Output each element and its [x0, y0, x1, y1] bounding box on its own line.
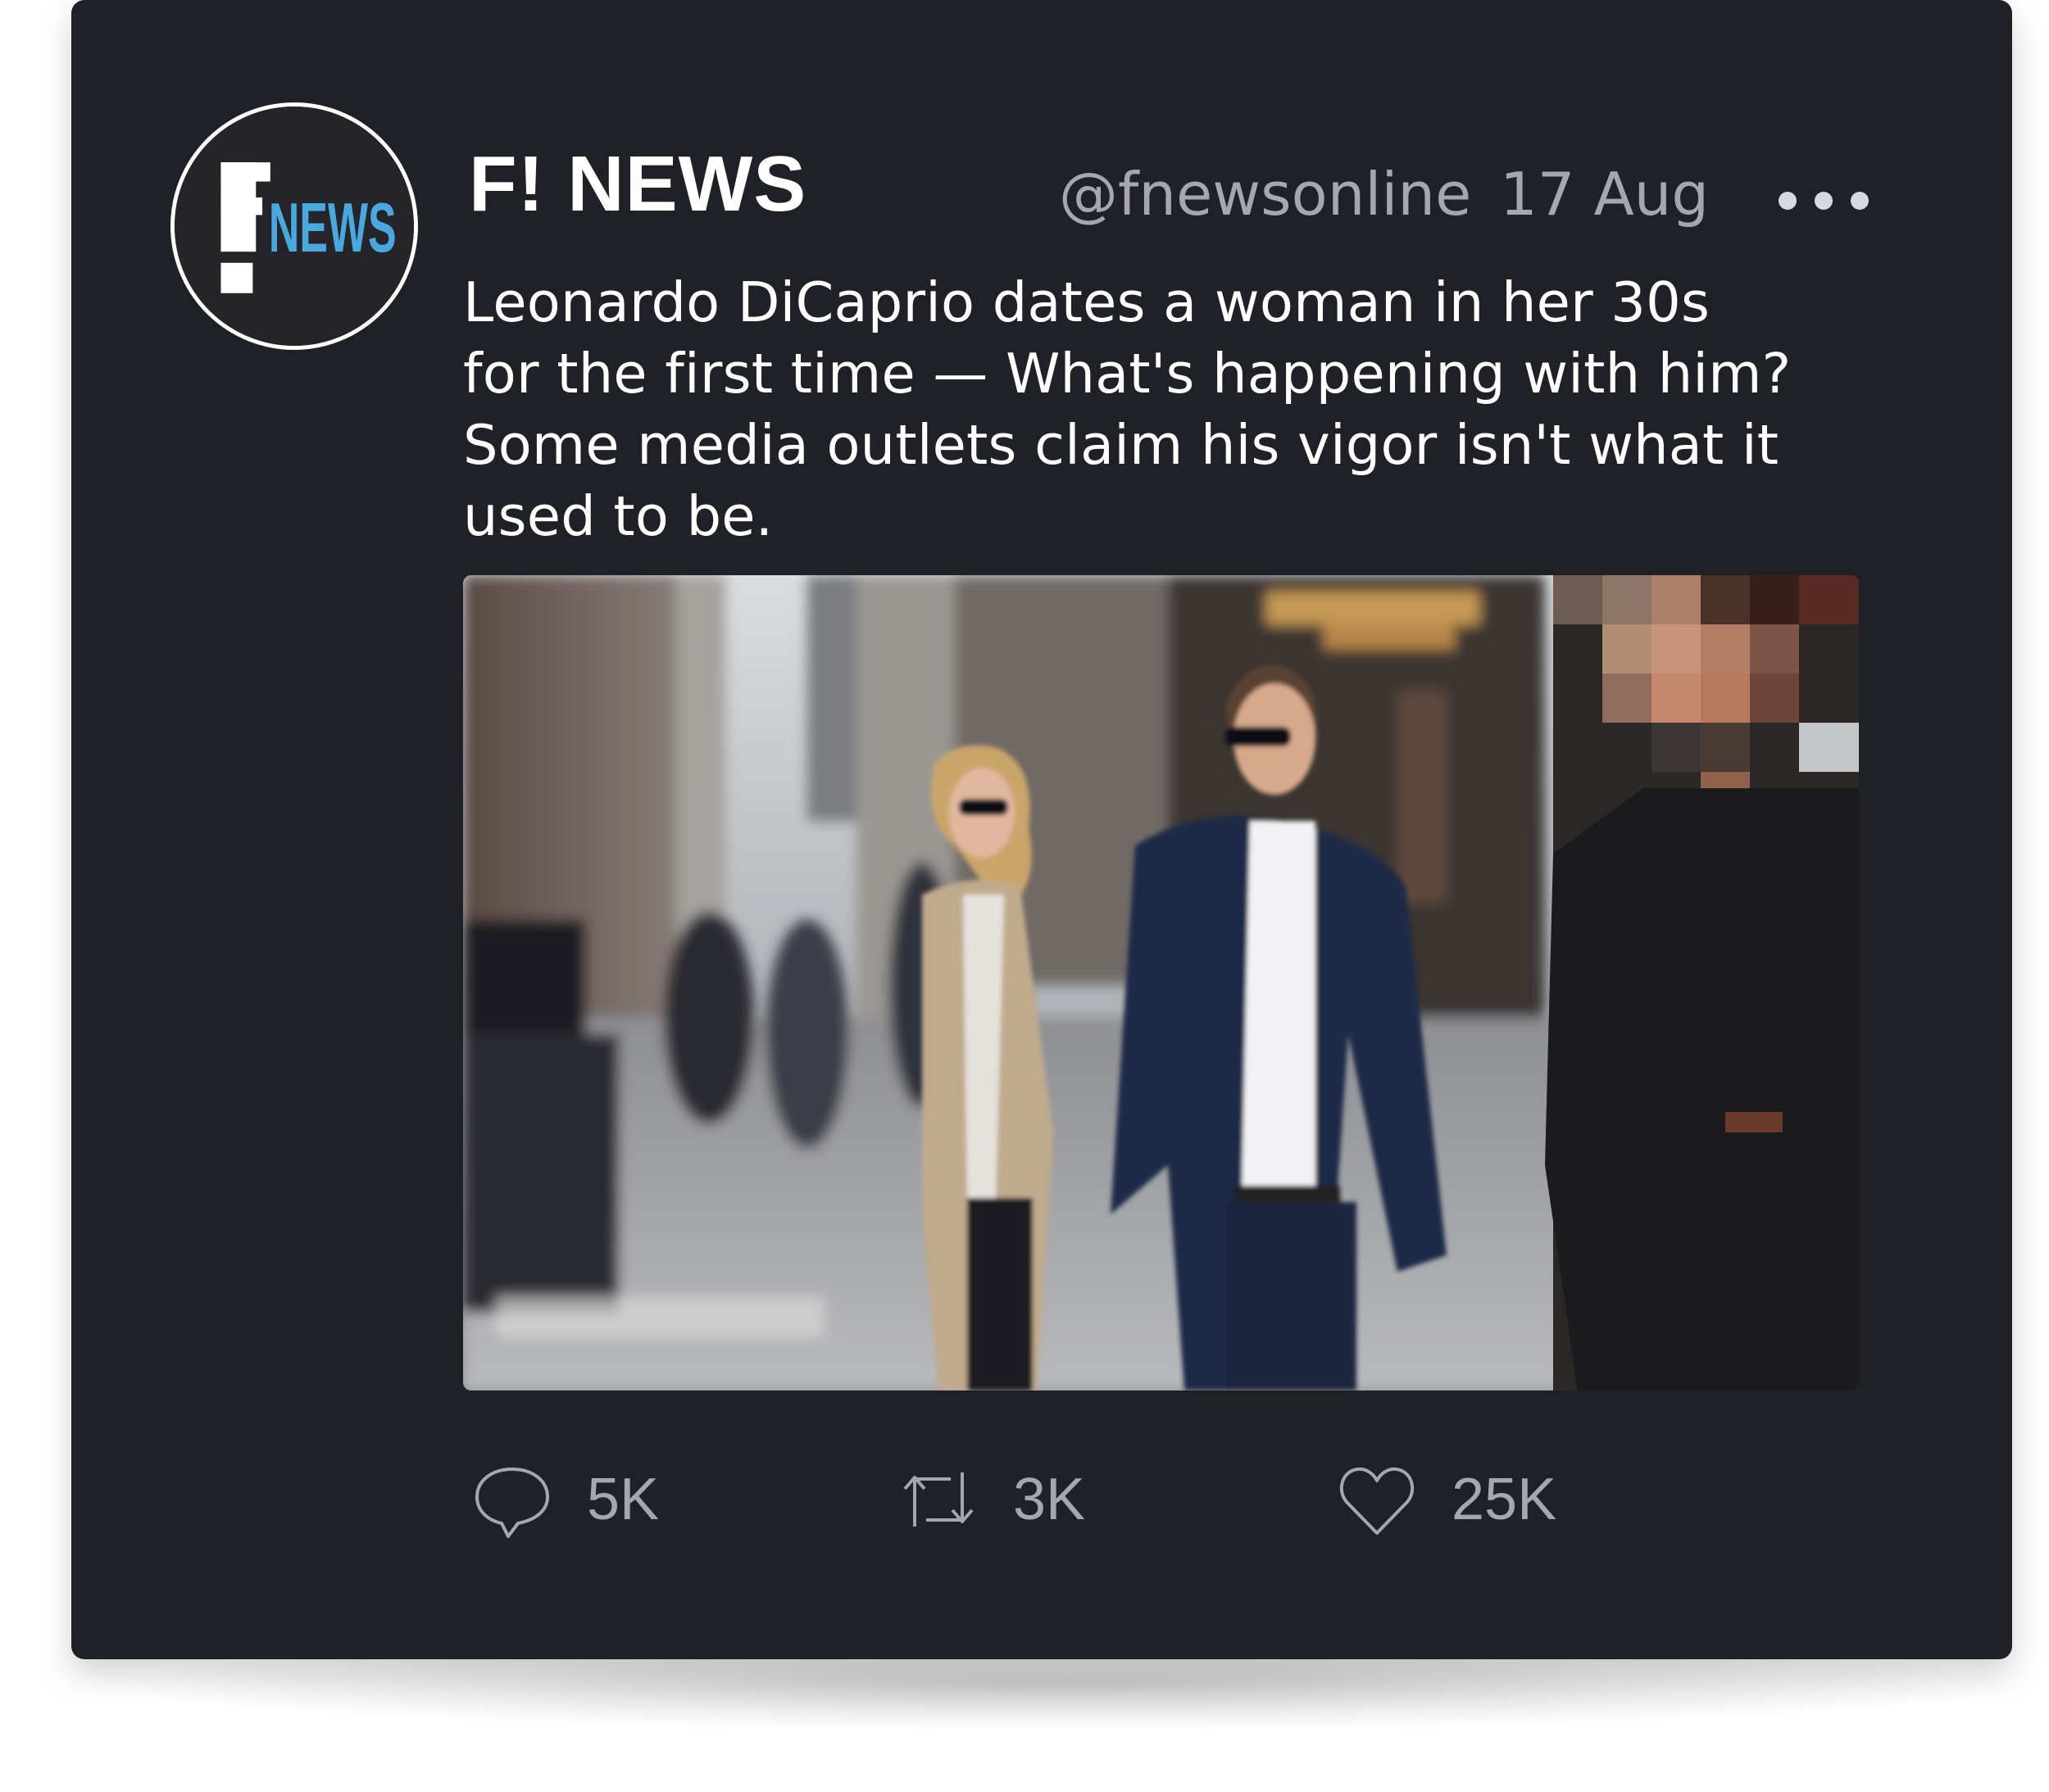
- more-dots-icon: [1815, 192, 1833, 210]
- tweet-text-line: for the first time — What's happening wi…: [463, 342, 1792, 406]
- fnews-logo-icon: NEWS: [175, 107, 414, 346]
- more-dots-icon: [1779, 192, 1797, 210]
- tweet-text-line: Leonardo DiCaprio dates a woman in her 3…: [463, 270, 1711, 334]
- logo-word: NEWS: [269, 188, 397, 267]
- reply-bubble-icon: [475, 1468, 549, 1538]
- street-photo: [463, 575, 1859, 1391]
- more-dots-icon: [1851, 192, 1869, 210]
- tweet-photo[interactable]: [463, 575, 1859, 1391]
- more-options-button[interactable]: [1779, 184, 1869, 217]
- retweet-icon: [903, 1472, 974, 1527]
- tweet-date[interactable]: 17 Aug: [1500, 157, 1709, 231]
- avatar[interactable]: NEWS: [170, 102, 418, 350]
- tweet-text-line: Some media outlets claim his vigor isn't…: [463, 413, 1779, 477]
- reply-button[interactable]: 5K: [467, 1450, 659, 1549]
- reply-count: 5K: [587, 1467, 660, 1532]
- like-count: 25K: [1452, 1467, 1557, 1532]
- tweet-text-line: used to be.: [463, 484, 774, 548]
- heart-icon: [1339, 1467, 1415, 1535]
- author-handle[interactable]: @fnewsonline: [1059, 157, 1471, 231]
- tweet-text: Leonardo DiCaprio dates a woman in her 3…: [463, 267, 1873, 552]
- author-name[interactable]: F! NEWS: [469, 139, 806, 229]
- like-button[interactable]: 25K: [1332, 1450, 1556, 1549]
- retweet-count: 3K: [1013, 1467, 1086, 1532]
- retweet-button[interactable]: 3K: [893, 1450, 1085, 1549]
